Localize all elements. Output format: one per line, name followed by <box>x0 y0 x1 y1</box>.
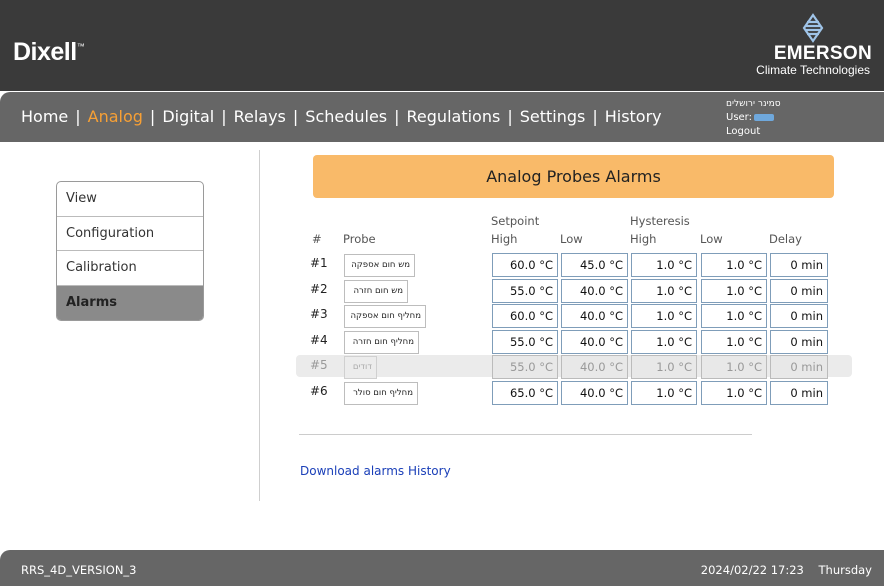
nav-item-analog[interactable]: Analog <box>88 107 143 126</box>
side-menu-item-calibration[interactable]: Calibration <box>57 251 203 286</box>
row-number: #6 <box>310 384 328 398</box>
setpoint-high-field[interactable]: 55.0 °C <box>492 279 558 303</box>
nav-separator: | <box>394 107 400 126</box>
vertical-divider <box>259 150 260 501</box>
probe-name: מחליף חום סולר <box>344 382 418 405</box>
side-menu-item-alarms[interactable]: Alarms <box>57 285 203 320</box>
logout-link[interactable]: Logout <box>726 125 781 139</box>
header-setpoint-high: High <box>491 232 518 246</box>
hysteresis-high-field: 1.0 °C <box>631 355 697 379</box>
hysteresis-high-field[interactable]: 1.0 °C <box>631 381 697 405</box>
hysteresis-high-field[interactable]: 1.0 °C <box>631 330 697 354</box>
row-number: #4 <box>310 333 328 347</box>
hysteresis-low-field[interactable]: 1.0 °C <box>701 279 767 303</box>
hysteresis-low-field[interactable]: 1.0 °C <box>701 330 767 354</box>
setpoint-low-field[interactable]: 40.0 °C <box>561 279 628 303</box>
header-bar: Dixell™ EMERSON Climate Technologies <box>0 0 884 91</box>
probe-name: מש חום אספקה <box>344 254 415 277</box>
probe-name: מש חום חזרה <box>344 280 408 303</box>
setpoint-high-field: 55.0 °C <box>492 355 558 379</box>
hysteresis-low-field[interactable]: 1.0 °C <box>701 381 767 405</box>
hysteresis-high-field[interactable]: 1.0 °C <box>631 304 697 328</box>
nav-separator: | <box>75 107 81 126</box>
page-title: Analog Probes Alarms <box>313 155 834 198</box>
side-menu-item-view[interactable]: View <box>57 182 203 217</box>
header-hysteresis-high: High <box>630 232 657 246</box>
hysteresis-low-field[interactable]: 1.0 °C <box>701 304 767 328</box>
nav-item-regulations[interactable]: Regulations <box>407 107 501 126</box>
site-name: סמינר ירושלים <box>726 99 781 109</box>
delay-field[interactable]: 0 min <box>770 330 828 354</box>
delay-field: 0 min <box>770 355 828 379</box>
user-name-redacted <box>754 113 774 121</box>
page-root: Dixell™ EMERSON Climate Technologies Hom… <box>0 0 884 586</box>
setpoint-low-field: 40.0 °C <box>561 355 628 379</box>
setpoint-low-field[interactable]: 40.0 °C <box>561 381 628 405</box>
dixell-logo: Dixell™ <box>13 38 85 66</box>
nav-item-schedules[interactable]: Schedules <box>305 107 387 126</box>
header-probe: Probe <box>343 232 376 246</box>
user-box: סמינר ירושלים User: Logout <box>726 97 781 139</box>
setpoint-high-field[interactable]: 60.0 °C <box>492 304 558 328</box>
setpoint-high-field[interactable]: 55.0 °C <box>492 330 558 354</box>
user-label: User: <box>726 112 752 123</box>
separator-line <box>299 434 752 435</box>
setpoint-low-field[interactable]: 40.0 °C <box>561 330 628 354</box>
emerson-name: EMERSON <box>773 43 872 64</box>
user-line: User: <box>726 111 781 125</box>
weekday: Thursday <box>818 563 872 577</box>
header-setpoint-low: Low <box>560 232 583 246</box>
row-number: #1 <box>310 256 328 270</box>
header-delay: Delay <box>769 232 802 246</box>
row-number: #3 <box>310 307 328 321</box>
delay-field[interactable]: 0 min <box>770 381 828 405</box>
emerson-logo-icon <box>802 13 824 43</box>
side-menu: View Configuration Calibration Alarms <box>56 181 204 321</box>
setpoint-low-field[interactable]: 40.0 °C <box>561 304 628 328</box>
delay-field[interactable]: 0 min <box>770 304 828 328</box>
nav-item-relays[interactable]: Relays <box>234 107 286 126</box>
header-hysteresis: Hysteresis <box>630 214 690 228</box>
delay-field[interactable]: 0 min <box>770 253 828 277</box>
nav-item-settings[interactable]: Settings <box>520 107 586 126</box>
nav-item-home[interactable]: Home <box>21 107 68 126</box>
footer-datetime: 2024/02/22 17:23 Thursday <box>701 563 872 577</box>
header-setpoint: Setpoint <box>491 214 540 228</box>
hysteresis-low-field: 1.0 °C <box>701 355 767 379</box>
side-menu-item-configuration[interactable]: Configuration <box>57 217 203 251</box>
hysteresis-high-field[interactable]: 1.0 °C <box>631 253 697 277</box>
probe-name: דודים <box>344 356 377 379</box>
nav-item-digital[interactable]: Digital <box>162 107 214 126</box>
delay-field[interactable]: 0 min <box>770 279 828 303</box>
row-number: #2 <box>310 282 328 296</box>
header-hysteresis-low: Low <box>700 232 723 246</box>
nav-separator: | <box>221 107 227 126</box>
version-label: RRS_4D_VERSION_3 <box>21 563 137 577</box>
hysteresis-low-field[interactable]: 1.0 °C <box>701 253 767 277</box>
nav-separator: | <box>149 107 156 126</box>
nav-separator: | <box>507 107 513 126</box>
setpoint-high-field[interactable]: 65.0 °C <box>492 381 558 405</box>
hysteresis-high-field[interactable]: 1.0 °C <box>631 279 697 303</box>
nav-separator: | <box>592 107 598 126</box>
date-time: 2024/02/22 17:23 <box>700 563 804 577</box>
nav-items: Home | Analog | Digital | Relays | Schedules | Reg… <box>21 107 662 126</box>
footer-bar: RRS_4D_VERSION_3 2024/02/22 17:23 Thursd… <box>0 550 884 586</box>
probe-name: מחליף חום אספקה <box>344 305 426 328</box>
emerson-subtitle: Climate Technologies <box>756 63 870 77</box>
row-number: #5 <box>310 358 328 372</box>
download-alarms-history-link[interactable]: Download alarms History <box>300 464 451 478</box>
setpoint-low-field[interactable]: 45.0 °C <box>561 253 628 277</box>
setpoint-high-field[interactable]: 60.0 °C <box>492 253 558 277</box>
nav-item-history[interactable]: History <box>605 107 662 126</box>
nav-separator: | <box>292 107 299 126</box>
probe-name: מחליף חום חזרה <box>344 331 419 354</box>
header-num: # <box>312 232 322 246</box>
emerson-logo: EMERSON Climate Technologies <box>742 10 872 80</box>
